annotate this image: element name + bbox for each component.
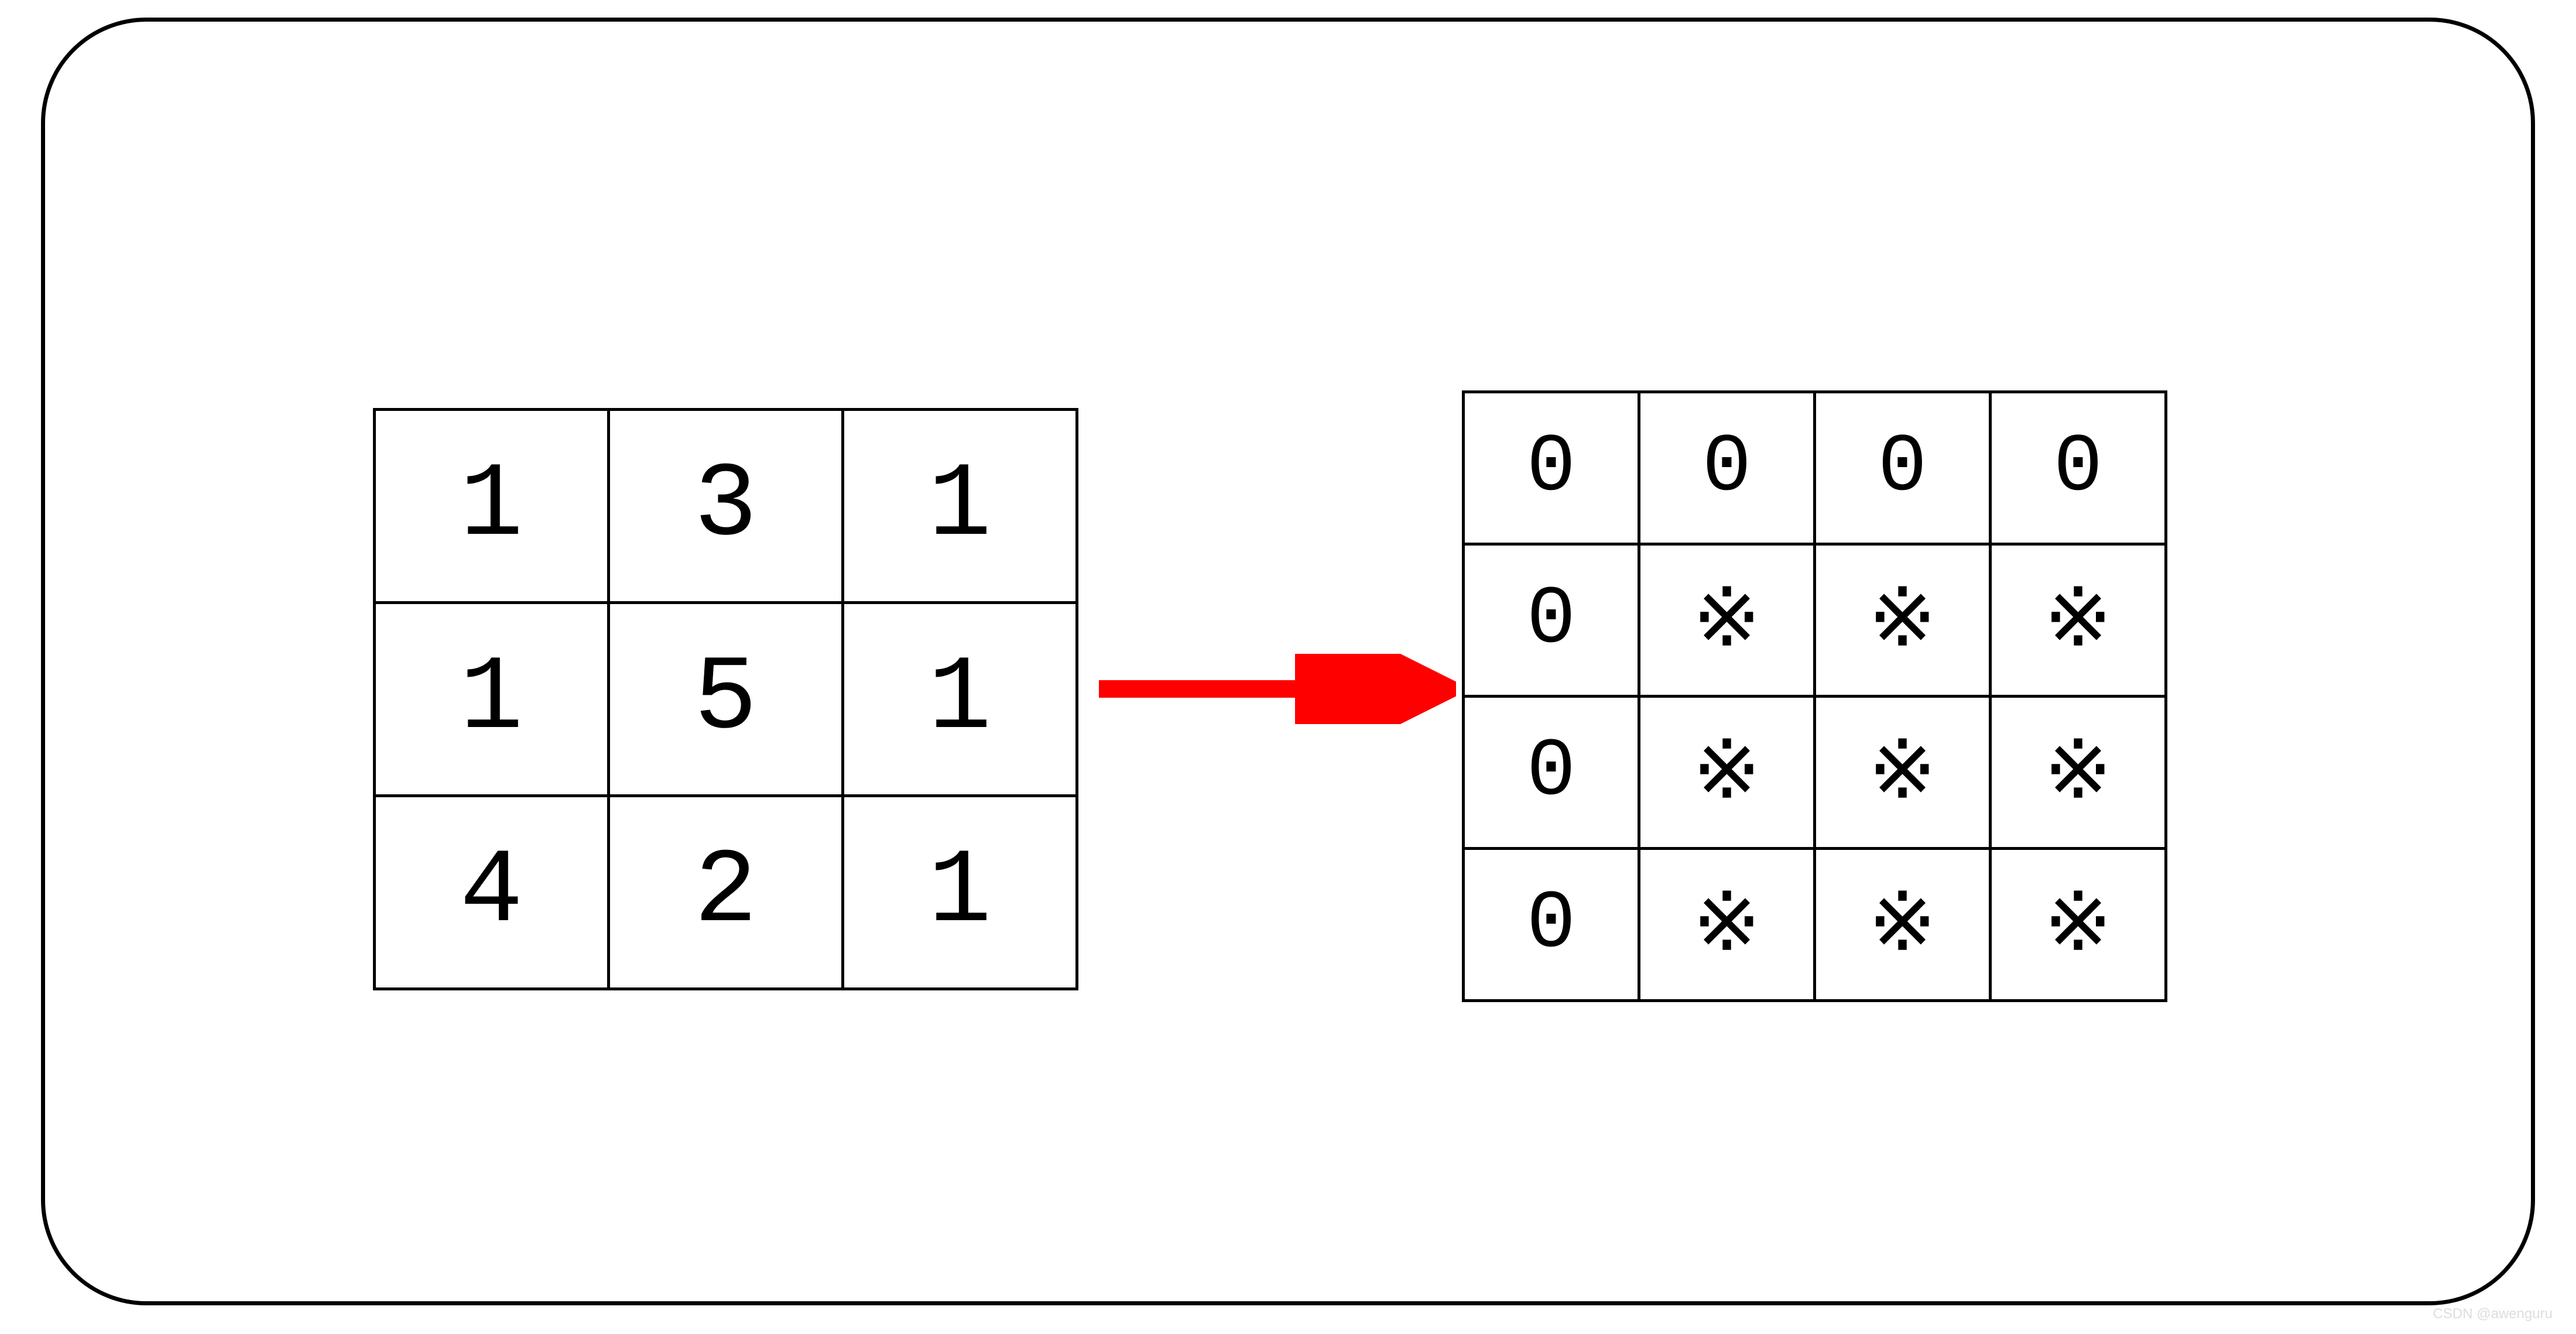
- matrix-cell: 0: [1991, 392, 2166, 544]
- table-row: 4 2 1: [375, 796, 1077, 989]
- matrix-cell: 1: [375, 410, 609, 603]
- diagram-frame: 1 3 1 1 5 1 4 2 1: [41, 18, 2535, 1305]
- matrix-cell: 1: [843, 410, 1077, 603]
- matrix-cell: 0: [1815, 392, 1991, 544]
- matrix-cell: 0: [1464, 392, 1639, 544]
- output-matrix: 0 0 0 0 0 ※ ※ ※ 0 ※ ※ ※ 0 ※ ※ ※: [1462, 390, 2167, 1002]
- table-row: 0 ※ ※ ※: [1464, 697, 2166, 849]
- matrix-cell: ※: [1991, 697, 2166, 849]
- matrix-cell: 0: [1639, 392, 1815, 544]
- matrix-cell: ※: [1639, 697, 1815, 849]
- matrix-cell: 1: [375, 603, 609, 796]
- matrix-cell: 0: [1464, 697, 1639, 849]
- matrix-cell: ※: [1639, 544, 1815, 697]
- matrix-cell: ※: [1815, 697, 1991, 849]
- matrix-cell: 0: [1464, 849, 1639, 1001]
- diagram-content: 1 3 1 1 5 1 4 2 1: [45, 22, 2531, 1301]
- matrix-cell: 2: [609, 796, 843, 989]
- matrix-cell: 4: [375, 796, 609, 989]
- table-row: 0 ※ ※ ※: [1464, 544, 2166, 697]
- matrix-cell: 5: [609, 603, 843, 796]
- table-row: 0 0 0 0: [1464, 392, 2166, 544]
- matrix-cell: ※: [1991, 849, 2166, 1001]
- watermark-text: CSDN @awenguru: [2433, 1306, 2553, 1322]
- matrix-cell: 1: [843, 796, 1077, 989]
- table-row: 1 3 1: [375, 410, 1077, 603]
- table-row: 0 ※ ※ ※: [1464, 849, 2166, 1001]
- table-row: 1 5 1: [375, 603, 1077, 796]
- matrix-cell: 1: [843, 603, 1077, 796]
- matrix-cell: ※: [1991, 544, 2166, 697]
- matrix-cell: ※: [1815, 544, 1991, 697]
- matrix-cell: 3: [609, 410, 843, 603]
- matrix-cell: ※: [1639, 849, 1815, 1001]
- matrix-cell: ※: [1815, 849, 1991, 1001]
- input-matrix: 1 3 1 1 5 1 4 2 1: [373, 408, 1078, 990]
- arrow-icon: [1093, 654, 1456, 724]
- matrix-cell: 0: [1464, 544, 1639, 697]
- transform-arrow: [1093, 654, 1456, 724]
